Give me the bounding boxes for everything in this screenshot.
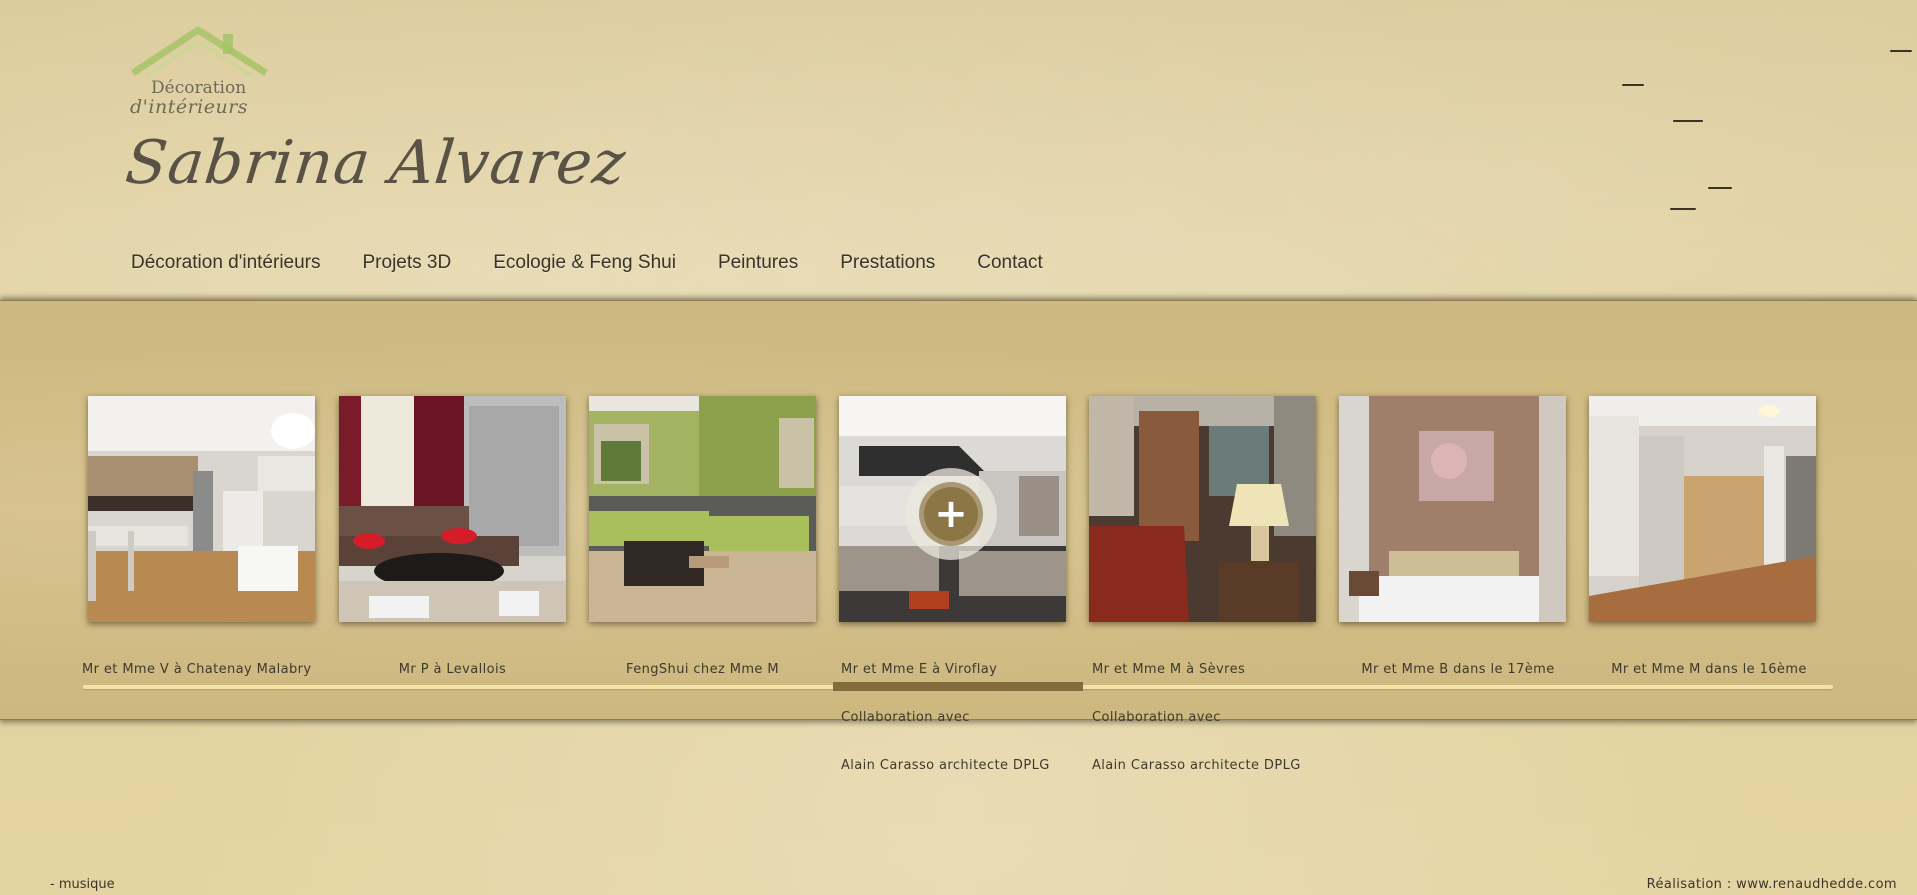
bedroom-photo: [1339, 396, 1566, 622]
logo-line1: Décoration: [151, 78, 247, 98]
living-room-photo: [339, 396, 566, 622]
gallery-thumbnail[interactable]: [339, 396, 566, 622]
kitchen-photo: [88, 396, 315, 622]
nav-item-contact[interactable]: Contact: [977, 252, 1042, 274]
decorative-mark: [1708, 187, 1732, 189]
decorative-mark: [1673, 120, 1703, 122]
gallery-card-active[interactable]: + Mr et Mme E à Viroflay Collaboration a…: [839, 396, 1066, 773]
decorative-mark: [1622, 84, 1644, 86]
gallery-thumbnail[interactable]: [1339, 396, 1566, 622]
logo[interactable]: Décoration d'intérieurs: [128, 18, 278, 123]
lamp-room-photo: [1089, 396, 1316, 622]
caption-line: Collaboration avec: [841, 710, 970, 725]
site-title: Sabrina Alvarez: [122, 128, 630, 198]
caption-line: Mr et Mme V à Chatenay Malabry: [82, 662, 312, 677]
hover-overlay[interactable]: +: [905, 468, 997, 560]
gallery-card[interactable]: Mr et Mme B dans le 17ème: [1339, 396, 1566, 677]
caption-line: Alain Carasso architecte DPLG: [1092, 758, 1301, 773]
gallery-scroll-handle[interactable]: [833, 682, 1083, 691]
music-toggle-link[interactable]: - musique: [50, 877, 115, 892]
wood-cabinet-room-photo: [1589, 396, 1816, 622]
plus-glyph: +: [934, 491, 968, 537]
gallery-band: Mr et Mme V à Chatenay Malabry Mr P à Le…: [0, 300, 1917, 773]
page: Décoration d'intérieurs Sabrina Alvarez …: [0, 0, 1917, 895]
main-nav: Décoration d'intérieurs Projets 3D Ecolo…: [131, 252, 1085, 274]
gallery-caption: Mr et Mme B dans le 17ème: [1333, 630, 1583, 710]
caption-line: Alain Carasso architecte DPLG: [841, 758, 1050, 773]
gallery-card[interactable]: Mr et Mme M à Sèvres Collaboration avec …: [1089, 396, 1316, 773]
gallery-thumbnail[interactable]: [589, 396, 816, 622]
nav-item-decoration[interactable]: Décoration d'intérieurs: [131, 252, 321, 274]
gallery-thumbnail[interactable]: [88, 396, 315, 622]
green-living-room-photo: [589, 396, 816, 622]
decorative-mark: [1670, 208, 1696, 210]
nav-item-projets-3d[interactable]: Projets 3D: [363, 252, 452, 274]
nav-item-prestations[interactable]: Prestations: [840, 252, 935, 274]
gallery-card[interactable]: Mr et Mme M dans le 16ème: [1589, 396, 1816, 677]
gallery-card[interactable]: FengShui chez Mme M: [589, 396, 816, 677]
caption-line: Mr et Mme B dans le 17ème: [1361, 662, 1555, 677]
header: Décoration d'intérieurs Sabrina Alvarez …: [0, 0, 1917, 300]
caption-line: FengShui chez Mme M: [626, 662, 779, 677]
gallery-caption: Mr et Mme M dans le 16ème: [1589, 630, 1829, 710]
gallery-caption: FengShui chez Mme M: [589, 630, 816, 710]
caption-line: Mr et Mme M dans le 16ème: [1611, 662, 1807, 677]
caption-line: Mr et Mme E à Viroflay: [841, 662, 998, 677]
nav-item-ecologie-feng-shui[interactable]: Ecologie & Feng Shui: [493, 252, 676, 274]
gallery-caption: Mr et Mme E à Viroflay Collaboration ave…: [841, 630, 1091, 806]
caption-line: Mr et Mme M à Sèvres: [1092, 662, 1246, 677]
gallery-card[interactable]: Mr P à Levallois: [339, 396, 566, 677]
gallery-card[interactable]: Mr et Mme V à Chatenay Malabry: [82, 396, 315, 677]
caption-line: Collaboration avec: [1092, 710, 1221, 725]
logo-line2: d'intérieurs: [130, 96, 249, 118]
caption-line: Mr P à Levallois: [398, 662, 507, 677]
gallery-thumbnail[interactable]: [1089, 396, 1316, 622]
credit-link[interactable]: Réalisation : www.renaudhedde.com: [1647, 877, 1897, 892]
gallery-caption: Mr et Mme M à Sèvres Collaboration avec …: [1092, 630, 1342, 806]
gallery-thumbnail[interactable]: [1589, 396, 1816, 622]
gallery-caption: Mr P à Levallois: [339, 630, 566, 710]
gallery-thumbnail[interactable]: +: [839, 396, 1066, 622]
plus-icon[interactable]: +: [919, 482, 983, 546]
gallery-caption: Mr et Mme V à Chatenay Malabry: [82, 630, 332, 710]
decorative-mark: [1890, 50, 1912, 52]
nav-item-peintures[interactable]: Peintures: [718, 252, 798, 274]
